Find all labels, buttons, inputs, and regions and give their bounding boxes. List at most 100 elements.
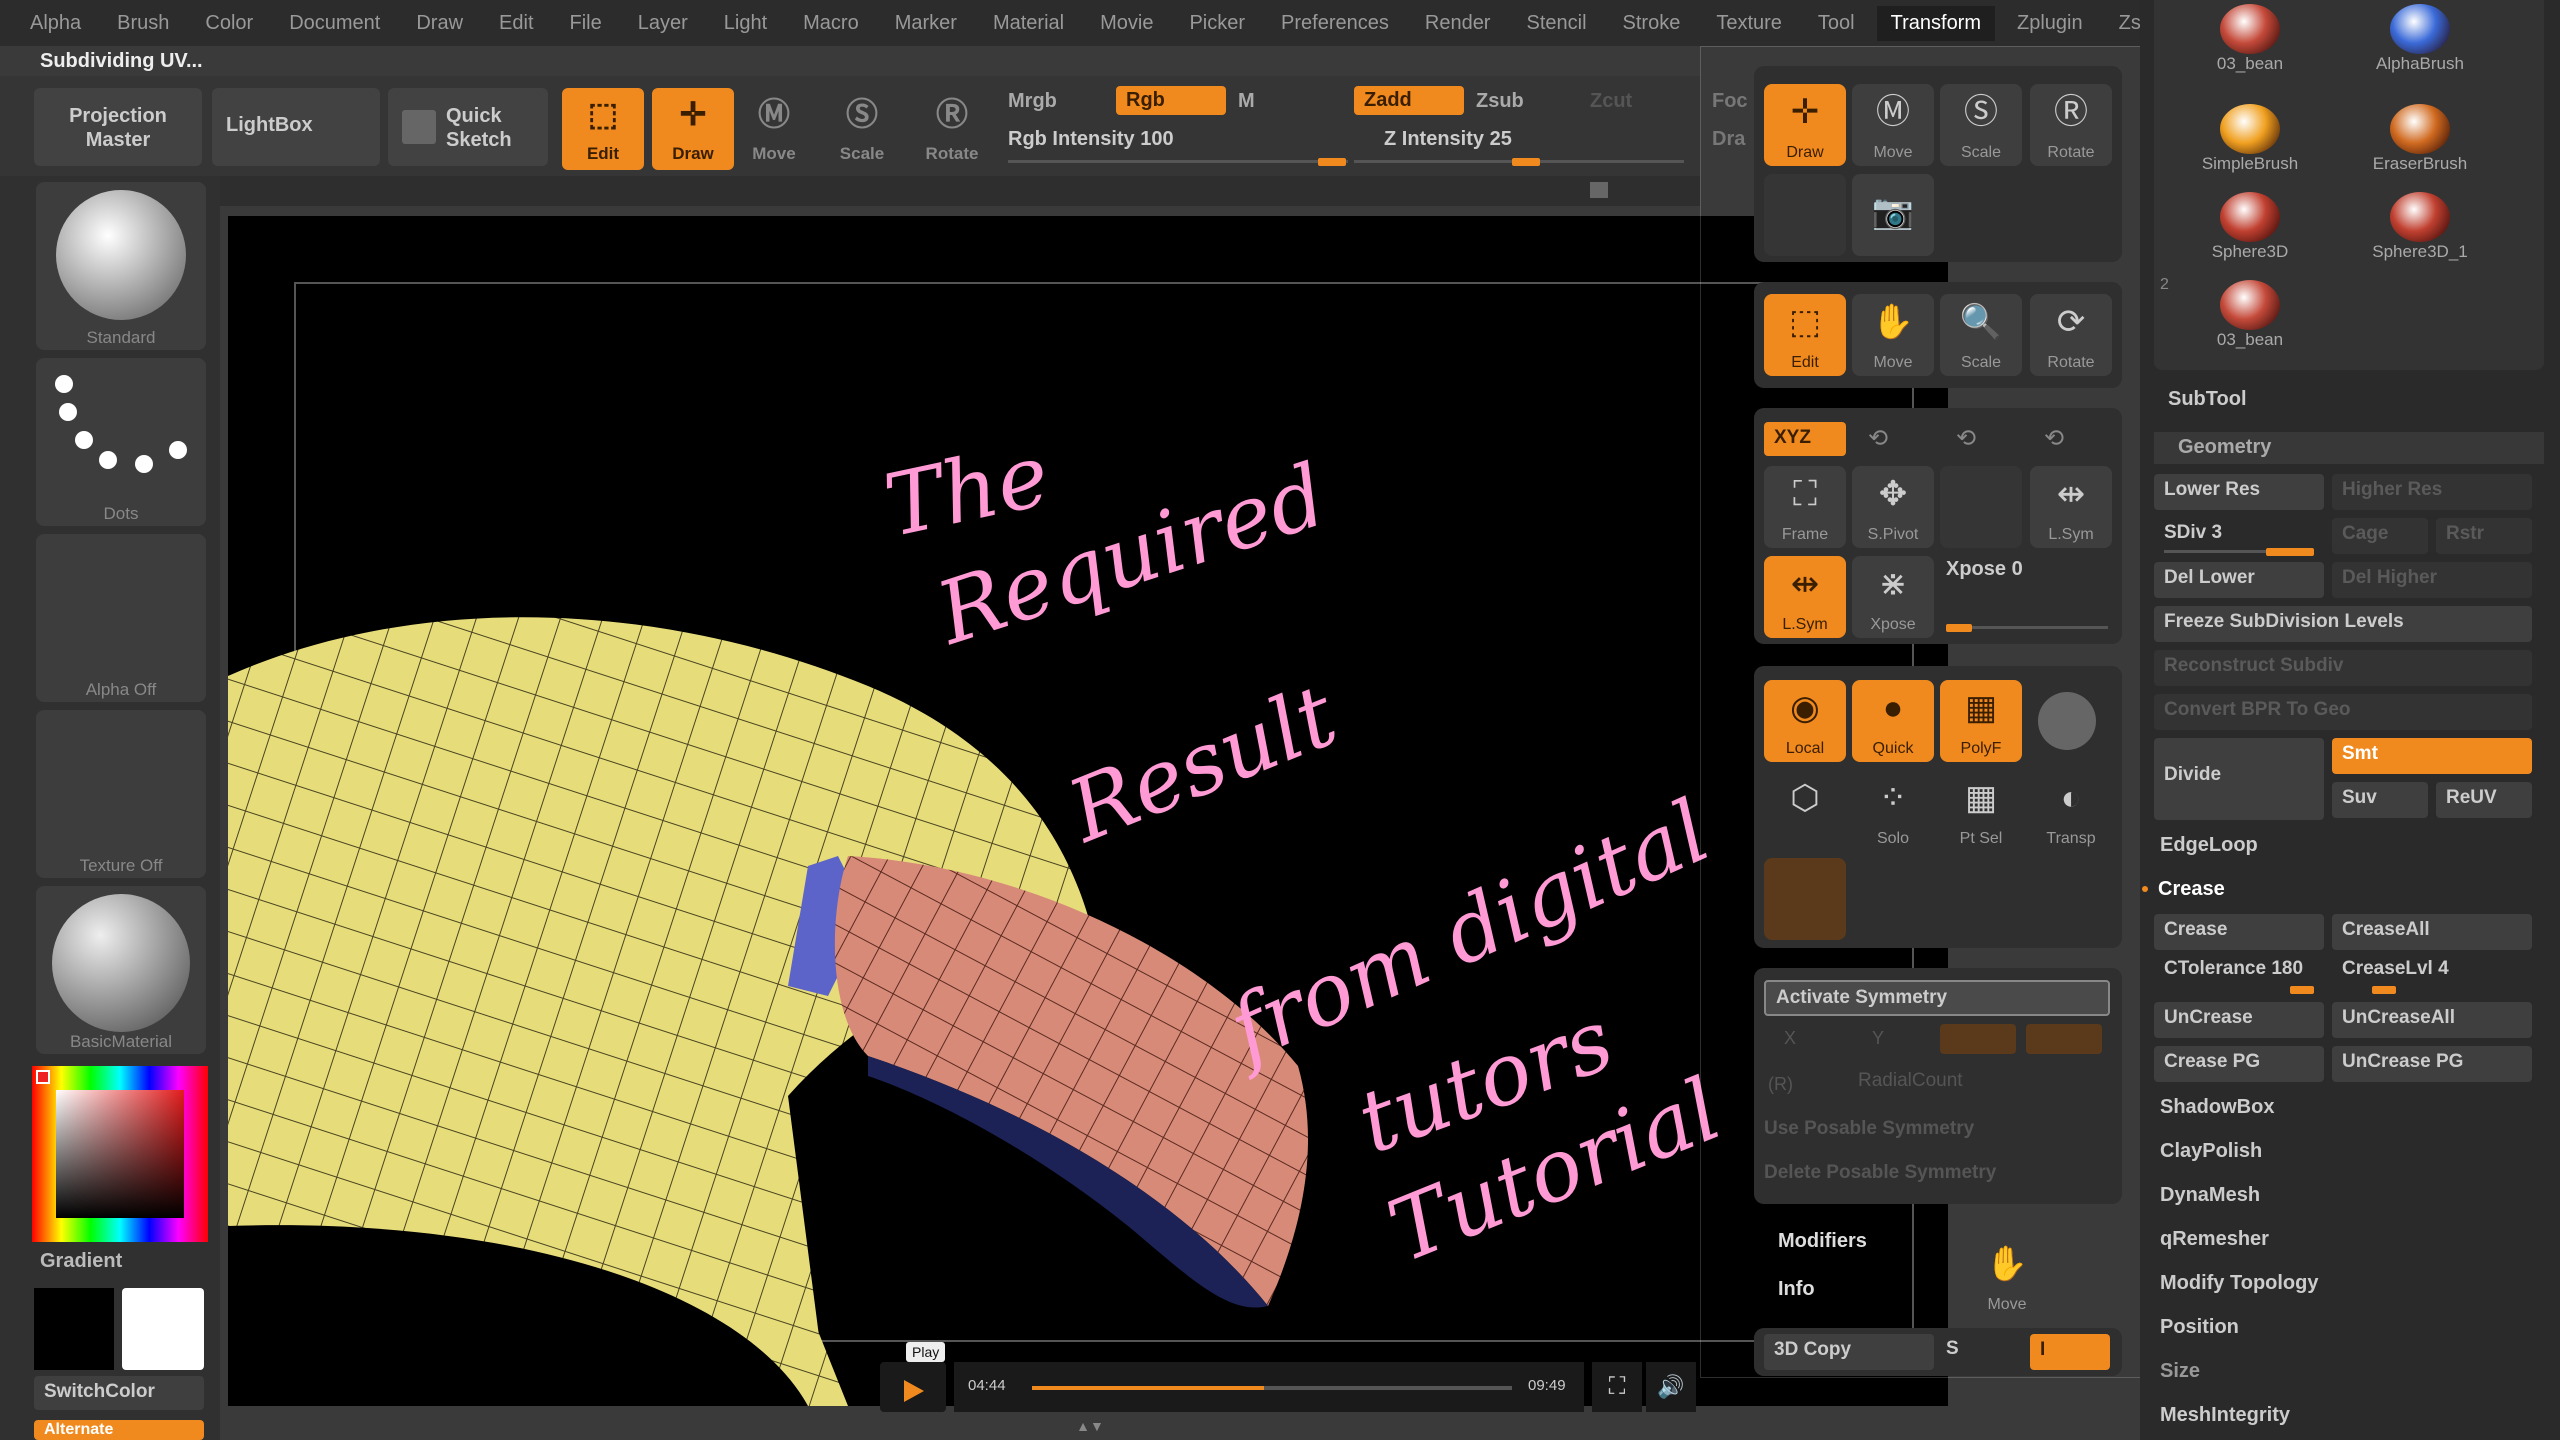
- crease-button[interactable]: Crease: [2154, 914, 2324, 950]
- menu-draw[interactable]: Draw: [416, 12, 463, 35]
- color-picker[interactable]: [32, 1066, 208, 1242]
- copy-3d-button[interactable]: 3D Copy: [1764, 1334, 1934, 1370]
- sphere-toggle-icon[interactable]: [2038, 692, 2096, 750]
- delete-posable-symmetry-button[interactable]: Delete Posable Symmetry: [1764, 1162, 1996, 1184]
- meshintegrity-header[interactable]: MeshIntegrity: [2160, 1404, 2290, 1427]
- zsub-toggle[interactable]: Zsub: [1476, 90, 1524, 113]
- del-higher-button[interactable]: Del Higher: [2332, 562, 2532, 598]
- freeze-subdivision-button[interactable]: Freeze SubDivision Levels: [2154, 606, 2532, 642]
- rstr-button[interactable]: Rstr: [2436, 518, 2532, 554]
- float-rotate2-button[interactable]: ⟳ Rotate: [2030, 294, 2112, 376]
- rgb-toggle[interactable]: Rgb: [1116, 86, 1226, 115]
- draw-mode-button[interactable]: ✛ Draw: [652, 88, 734, 170]
- xpose-slider-knob[interactable]: [1946, 624, 1972, 632]
- edgeloop-header[interactable]: EdgeLoop: [2160, 834, 2258, 857]
- claypolish-header[interactable]: ClayPolish: [2160, 1140, 2262, 1163]
- fullscreen-button[interactable]: ⛶: [1592, 1362, 1642, 1412]
- secondary-color-swatch[interactable]: [122, 1288, 204, 1370]
- float-scale2-button[interactable]: 🔍 Scale: [1940, 294, 2022, 376]
- timeline-bar[interactable]: 04:44 09:49: [954, 1362, 1584, 1412]
- brush-thumbnail[interactable]: Standard: [36, 182, 206, 350]
- menu-color[interactable]: Color: [205, 12, 253, 35]
- modifiers-item[interactable]: Modifiers: [1778, 1230, 1867, 1253]
- shadowbox-header[interactable]: ShadowBox: [2160, 1096, 2274, 1119]
- divide-button[interactable]: Divide: [2154, 738, 2324, 820]
- suv-toggle[interactable]: Suv: [2332, 782, 2428, 818]
- menu-tool[interactable]: Tool: [1818, 12, 1855, 35]
- xpose-slider-label[interactable]: Xpose 0: [1946, 558, 2023, 581]
- play-button[interactable]: [880, 1362, 946, 1412]
- lightbox-button[interactable]: LightBox: [212, 88, 380, 166]
- menu-stencil[interactable]: Stencil: [1526, 12, 1586, 35]
- menu-zplugin[interactable]: Zplugin: [2017, 12, 2083, 35]
- activate-symmetry-button[interactable]: Activate Symmetry: [1764, 980, 2110, 1016]
- volume-button[interactable]: 🔊: [1646, 1362, 1696, 1412]
- rgb-intensity-track[interactable]: [1008, 160, 1348, 163]
- del-lower-button[interactable]: Del Lower: [2154, 562, 2324, 598]
- m-toggle[interactable]: M: [1238, 90, 1255, 113]
- uncrease-all-button[interactable]: UnCreaseAll: [2332, 1002, 2532, 1038]
- projection-master-button[interactable]: Projection Master: [34, 88, 202, 166]
- subtool-header[interactable]: SubTool: [2168, 388, 2247, 411]
- z-rotate-icon[interactable]: ⟲: [2044, 424, 2064, 453]
- x-rotate-icon[interactable]: ⟲: [1868, 424, 1888, 453]
- geometry-header-bar[interactable]: Geometry: [2154, 432, 2544, 464]
- crease-header[interactable]: Crease: [2158, 878, 2225, 901]
- z-intensity-knob[interactable]: [1512, 158, 1540, 166]
- quick-sketch-button[interactable]: Quick Sketch: [388, 88, 548, 166]
- position-header[interactable]: Position: [2160, 1316, 2239, 1339]
- reconstruct-subdiv-button[interactable]: Reconstruct Subdiv: [2154, 650, 2532, 686]
- tool-thumbnail[interactable]: Sphere3D_1: [2340, 192, 2500, 272]
- use-posable-symmetry-button[interactable]: Use Posable Symmetry: [1764, 1118, 1974, 1140]
- y-axis-toggle[interactable]: Y: [1872, 1028, 1884, 1049]
- focal-shift-label[interactable]: Foc: [1712, 90, 1748, 113]
- move-mode-button[interactable]: Ⓜ Move: [744, 88, 804, 170]
- y-rotate-icon[interactable]: ⟲: [1956, 424, 1976, 453]
- crease-pg-button[interactable]: Crease PG: [2154, 1046, 2324, 1082]
- gradient-label[interactable]: Gradient: [40, 1250, 122, 1273]
- tool-thumbnail[interactable]: 03_bean: [2170, 4, 2330, 84]
- uncrease-button[interactable]: UnCrease: [2154, 1002, 2324, 1038]
- tool-thumbnail[interactable]: EraserBrush: [2340, 104, 2500, 184]
- crease-all-button[interactable]: CreaseAll: [2332, 914, 2532, 950]
- menu-stroke[interactable]: Stroke: [1623, 12, 1681, 35]
- dynamesh-header[interactable]: DynaMesh: [2160, 1184, 2260, 1207]
- local-button[interactable]: ◉ Local: [1764, 680, 1846, 762]
- lower-res-button[interactable]: Lower Res: [2154, 474, 2324, 510]
- uncrease-pg-button[interactable]: UnCrease PG: [2332, 1046, 2532, 1082]
- cube-button[interactable]: ⬡: [1764, 770, 1846, 852]
- modify-topology-header[interactable]: Modify Topology: [2160, 1272, 2319, 1295]
- menu-light[interactable]: Light: [724, 12, 767, 35]
- float-rotate-button[interactable]: Ⓡ Rotate: [2030, 84, 2112, 166]
- rgb-intensity-knob[interactable]: [1318, 158, 1346, 166]
- menu-movie[interactable]: Movie: [1100, 12, 1153, 35]
- sdiv-slider[interactable]: SDiv 3: [2154, 518, 2324, 556]
- zcut-toggle[interactable]: Zcut: [1590, 90, 1632, 113]
- qremesher-header[interactable]: qRemesher: [2160, 1228, 2269, 1251]
- tool-thumbnail[interactable]: Sphere3D: [2170, 192, 2330, 272]
- zadd-toggle[interactable]: Zadd: [1354, 86, 1464, 115]
- menu-alpha[interactable]: Alpha: [30, 12, 81, 35]
- z-intensity-slider[interactable]: Z Intensity 25: [1384, 128, 1512, 151]
- scale-mode-button[interactable]: Ⓢ Scale: [830, 88, 894, 170]
- timeline-track[interactable]: [1032, 1386, 1512, 1390]
- copy-s-option[interactable]: S: [1946, 1338, 1959, 1360]
- menu-marker[interactable]: Marker: [895, 12, 957, 35]
- float-move-button[interactable]: Ⓜ Move: [1852, 84, 1934, 166]
- xpose-button[interactable]: ⋇ Xpose: [1852, 556, 1934, 638]
- menu-preferences[interactable]: Preferences: [1281, 12, 1389, 35]
- draw-size-label[interactable]: Dra: [1712, 128, 1745, 151]
- menu-render[interactable]: Render: [1425, 12, 1491, 35]
- lsym-button[interactable]: ⇹ L.Sym: [1764, 556, 1846, 638]
- smt-toggle[interactable]: Smt: [2332, 738, 2532, 774]
- reuv-toggle[interactable]: ReUV: [2436, 782, 2532, 818]
- m-axis-toggle[interactable]: [2026, 1024, 2102, 1054]
- menu-file[interactable]: File: [570, 12, 602, 35]
- ctolerance-slider[interactable]: CTolerance 180: [2154, 956, 2324, 996]
- texture-thumbnail[interactable]: Texture Off: [36, 710, 206, 878]
- color-square[interactable]: [56, 1090, 184, 1218]
- tool-thumbnail[interactable]: 03_bean: [2170, 280, 2330, 360]
- menu-transform[interactable]: Transform: [1876, 5, 1996, 41]
- quick-button[interactable]: ● Quick: [1852, 680, 1934, 762]
- switch-color-button[interactable]: SwitchColor: [34, 1376, 204, 1410]
